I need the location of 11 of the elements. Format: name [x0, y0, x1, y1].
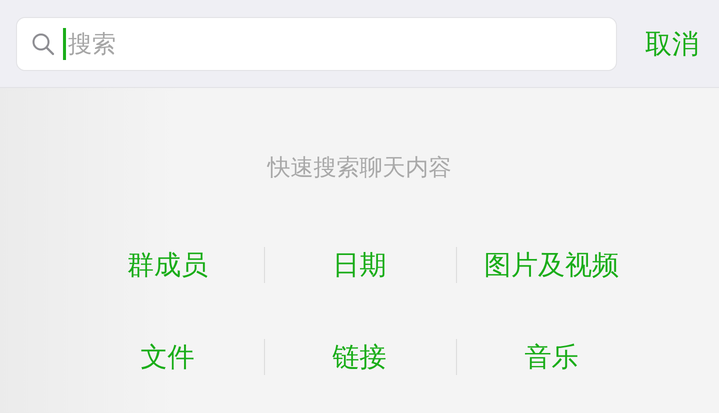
cancel-button[interactable]: 取消 [641, 26, 703, 62]
text-caret [63, 28, 66, 60]
category-link[interactable]: 群成员 [123, 243, 212, 287]
search-field[interactable]: 搜索 [16, 16, 617, 70]
category-link[interactable]: 图片及视频 [480, 243, 623, 287]
category-link[interactable]: 音乐 [520, 335, 582, 379]
search-hint: 快速搜索聊天内容 [268, 154, 452, 183]
category-link[interactable]: 日期 [328, 243, 390, 287]
category-link[interactable]: 链接 [328, 335, 390, 379]
search-icon [31, 32, 55, 56]
category-link[interactable]: 文件 [136, 335, 198, 379]
